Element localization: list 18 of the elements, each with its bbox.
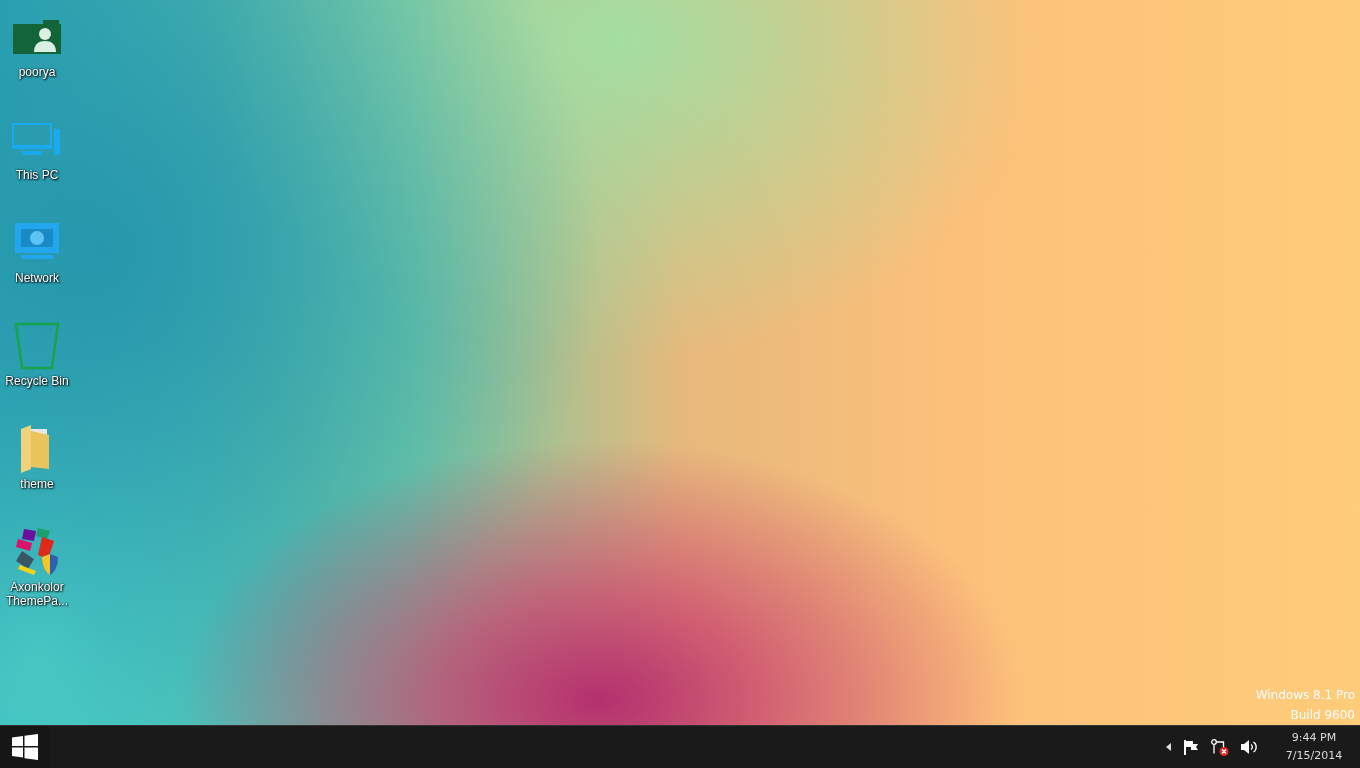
desktop-shortcut[interactable]: Recycle Bin	[0, 321, 74, 410]
desktop-shortcut[interactable]: theme	[0, 424, 74, 513]
start-button[interactable]	[0, 726, 50, 768]
os-version-text: Build 9600	[1290, 708, 1355, 723]
computer-icon	[12, 123, 62, 157]
speaker-icon[interactable]	[1241, 740, 1258, 754]
user-folder-icon	[13, 20, 61, 54]
os-version-text: Windows 8.1 Pro	[1255, 688, 1355, 703]
desktop-shortcut[interactable]: This PC	[0, 115, 74, 204]
network-error-icon[interactable]	[1211, 738, 1229, 756]
desktop-shortcut[interactable]: Network	[0, 218, 74, 307]
windows-logo-icon	[12, 734, 38, 760]
flag-icon[interactable]	[1183, 739, 1199, 755]
recycle-bin-icon	[14, 322, 60, 370]
show-hidden-icons-chevron-icon[interactable]	[1166, 743, 1171, 751]
desktop-shortcut[interactable]: poorya	[0, 12, 74, 101]
desktop-shortcut[interactable]: Axonkolor ThemePa...	[0, 527, 74, 616]
clock[interactable]: 9:44 PM 7/15/2014	[1274, 729, 1354, 765]
